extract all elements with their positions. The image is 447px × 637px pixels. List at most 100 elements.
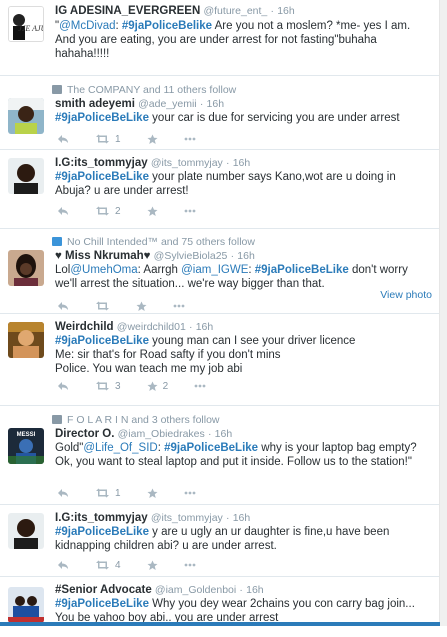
person-icon [52, 85, 62, 94]
avatar[interactable] [8, 250, 44, 286]
timestamp[interactable]: 16h [246, 584, 264, 596]
scrollbar[interactable] [439, 0, 447, 626]
reply-button[interactable] [57, 381, 69, 391]
avatar[interactable] [8, 98, 44, 134]
more-button[interactable] [184, 563, 196, 567]
tweet-actions [57, 299, 211, 313]
handle[interactable]: @weirdchild01 [117, 321, 186, 333]
hashtag-link[interactable]: #9jaPoliceBeLike [55, 171, 149, 183]
mention-link[interactable]: @iam_IGWE [181, 264, 248, 276]
reply-icon [58, 489, 68, 497]
favorite-button[interactable] [136, 301, 147, 312]
avatar-image: MESSI [8, 428, 44, 464]
hashtag-link[interactable]: #9jaPoliceBeLike [55, 598, 149, 610]
follow-context: The COMPANY and 11 others follow [52, 84, 236, 96]
avatar[interactable]: MESSI [8, 428, 44, 464]
retweet-button[interactable] [95, 301, 110, 311]
tweet[interactable]: The COMPANY and 11 others follow smith a… [0, 76, 440, 150]
display-name[interactable]: Weirdchild [55, 321, 114, 333]
favorite-button[interactable] [147, 206, 158, 217]
display-name[interactable]: #Senior Advocate [55, 584, 152, 596]
more-button[interactable] [173, 304, 185, 308]
handle[interactable]: @future_ent_ [203, 5, 267, 17]
mention-link[interactable]: @McDivad [59, 20, 115, 32]
star-icon [147, 206, 158, 216]
retweet-button[interactable]: 1 [95, 134, 121, 145]
hashtag-link[interactable]: #9jaPoliceBeLike [55, 526, 149, 538]
hashtag-link[interactable]: #9jaPoliceBeLike [55, 335, 149, 347]
display-name[interactable]: IG ADESINA_EVERGREEN [55, 5, 200, 17]
avatar-image: JJE AJUN [9, 7, 43, 41]
timestamp[interactable]: 16h [233, 512, 251, 524]
avatar-image [8, 513, 44, 549]
tweet-actions: 1 [57, 486, 222, 500]
reply-button[interactable] [57, 134, 69, 144]
display-name[interactable]: ♥ Miss Nkrumah♥ [55, 250, 150, 262]
tweet[interactable]: F O L A R I N and 3 others follow MESSI … [0, 406, 440, 505]
mention-link[interactable]: @UmehOma [70, 264, 137, 276]
avatar[interactable] [8, 513, 44, 549]
hashtag-link[interactable]: #9jaPoliceBeLike [164, 442, 258, 454]
retweet-button[interactable]: 1 [95, 488, 121, 499]
handle[interactable]: @its_tommyjay [151, 157, 223, 169]
handle[interactable]: @SylvieBiola25 [154, 250, 228, 262]
display-name[interactable]: smith adeyemi [55, 98, 135, 110]
timestamp[interactable]: 16h [233, 157, 251, 169]
tweet[interactable]: Weirdchild @weirdchild01 · 16h #9jaPolic… [0, 314, 440, 406]
retweet-icon [96, 381, 109, 391]
tweet[interactable]: I.G:its_tommyjay @its_tommyjay · 16h #9j… [0, 150, 440, 229]
retweet-icon [96, 488, 109, 498]
handle[interactable]: @ade_yemii [138, 98, 197, 110]
reply-button[interactable] [57, 206, 69, 216]
display-name[interactable]: I.G:its_tommyjay [55, 157, 148, 169]
timestamp[interactable]: 16h [207, 98, 225, 110]
more-icon [184, 137, 195, 141]
tweet[interactable]: JJE AJUN IG ADESINA_EVERGREEN @future_en… [0, 0, 440, 76]
hashtag-link[interactable]: #9jaPoliceBeLike [255, 264, 349, 276]
favorite-button[interactable] [147, 488, 158, 499]
tweet-text: #9jaPoliceBeLike Why you dey wear 2chain… [55, 597, 433, 625]
avatar[interactable] [8, 158, 44, 194]
hashtag-link[interactable]: #9jaPoliceBelike [122, 20, 212, 32]
reply-icon [58, 302, 68, 310]
more-button[interactable] [194, 384, 206, 388]
reply-icon [58, 207, 68, 215]
retweet-button[interactable]: 2 [95, 206, 121, 217]
more-icon [194, 384, 206, 388]
reply-button[interactable] [57, 301, 69, 311]
favorite-button[interactable] [147, 560, 158, 571]
handle[interactable]: @its_tommyjay [151, 512, 223, 524]
tweet[interactable]: No Chill Intended™ and 75 others follow … [0, 229, 440, 314]
more-button[interactable] [184, 491, 196, 495]
timestamp[interactable]: 16h [215, 428, 233, 440]
reply-button[interactable] [57, 488, 69, 498]
retweet-button[interactable]: 4 [95, 560, 121, 571]
hashtag-link[interactable]: #9jaPoliceBeLike [55, 112, 149, 124]
timestamp[interactable]: 16h [237, 250, 255, 262]
avatar-text: MESSI [17, 432, 36, 438]
display-name[interactable]: I.G:its_tommyjay [55, 512, 148, 524]
tweet[interactable]: #Senior Advocate @iam_Goldenboi · 16h #9… [0, 577, 440, 637]
star-icon [147, 488, 158, 498]
person-icon [52, 415, 62, 424]
tweet-text: #9jaPoliceBeLike young man can I see you… [55, 334, 433, 376]
handle[interactable]: @iam_Obiedrakes [118, 428, 205, 440]
avatar[interactable]: JJE AJUN [8, 6, 44, 42]
timestamp[interactable]: 16h [196, 321, 214, 333]
timestamp[interactable]: 16h [277, 5, 295, 17]
more-icon [184, 209, 195, 213]
tweet[interactable]: I.G:its_tommyjay @its_tommyjay · 16h #9j… [0, 505, 440, 577]
favorite-button[interactable] [147, 134, 158, 145]
reply-button[interactable] [57, 560, 69, 570]
more-button[interactable] [184, 137, 196, 141]
star-icon [147, 560, 158, 570]
view-photo-link[interactable]: View photo [380, 289, 432, 301]
retweet-button[interactable]: 3 [95, 381, 121, 392]
display-name[interactable]: Director O. [55, 428, 114, 440]
handle[interactable]: @iam_Goldenboi [155, 584, 236, 596]
favorite-button[interactable]: 2 [147, 381, 168, 392]
more-button[interactable] [184, 209, 196, 213]
avatar[interactable] [8, 322, 44, 358]
avatar[interactable] [8, 587, 44, 623]
mention-link[interactable]: @Life_Of_SID [83, 442, 157, 454]
